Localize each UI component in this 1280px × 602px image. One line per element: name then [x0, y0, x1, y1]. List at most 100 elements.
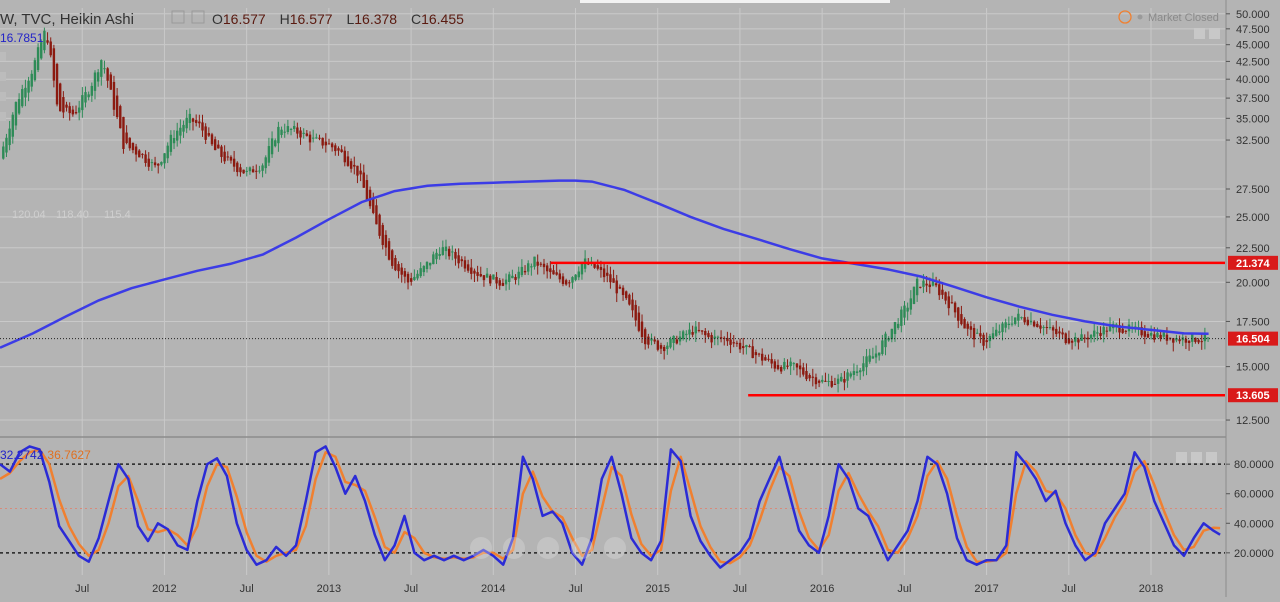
price-tick-label: 42.500 [1236, 56, 1270, 68]
chart-canvas[interactable]: 50.000 47.500 45.000 42.500 40.000 37.500 35.0… [0, 0, 1280, 597]
candle-body [1200, 341, 1203, 343]
candle-body [669, 338, 672, 348]
low-label: L [346, 11, 354, 27]
candle-body [327, 143, 331, 145]
pane-down-icon[interactable] [1209, 28, 1220, 39]
candle-body [893, 322, 897, 334]
candle-body [1077, 339, 1080, 343]
candle-body [700, 330, 704, 332]
candle-body [103, 68, 106, 70]
candle-body [337, 148, 340, 151]
faded-label-2: 118.40 [56, 209, 89, 221]
candle-body [1061, 332, 1064, 335]
candle-body [628, 294, 631, 305]
candle-body [147, 158, 150, 167]
candle-body [830, 380, 833, 387]
candle-body [258, 170, 261, 172]
candle-body [220, 146, 223, 157]
symbol-label[interactable]: W, TVC, Heikin Ashi [0, 11, 134, 28]
osc-pane-down-icon[interactable] [1191, 452, 1202, 463]
candle-body [1039, 325, 1042, 329]
candle-body [33, 60, 37, 81]
candle-body [1045, 327, 1048, 329]
candle-body [558, 273, 562, 280]
candle-body [991, 333, 995, 339]
candle-body [1086, 337, 1090, 340]
candle-body [1010, 323, 1014, 325]
reset-button[interactable] [537, 537, 559, 559]
candle-body [283, 131, 286, 133]
candle-body [697, 329, 701, 331]
candle-body [577, 271, 580, 278]
candle-body [729, 339, 732, 345]
price-tick-label: 37.500 [1236, 93, 1270, 105]
candle-body [1007, 323, 1011, 326]
candle-body [526, 263, 530, 272]
price-tick-label: 15.000 [1236, 362, 1270, 374]
candle-body [444, 246, 448, 252]
candle-body [198, 121, 201, 124]
candle-body [492, 274, 495, 280]
candle-body [324, 141, 328, 146]
candle-body [1017, 313, 1020, 321]
side-tool-2[interactable] [0, 72, 6, 81]
candle-body [1004, 322, 1007, 328]
candle-body [938, 284, 941, 296]
candle-body [776, 364, 780, 370]
candle-body [953, 302, 957, 313]
stoch-k-value: 32.2742 [0, 448, 44, 462]
candle-body [631, 299, 634, 311]
candle-body [1093, 330, 1096, 337]
candle-body [979, 333, 982, 337]
candle-body [255, 170, 258, 172]
candle-body [428, 262, 432, 266]
osc-pane-up-icon[interactable] [1176, 452, 1187, 463]
candle-body [239, 167, 242, 173]
time-tick-label: 2015 [645, 583, 669, 595]
candle-body [545, 265, 549, 272]
candle-body [640, 321, 644, 338]
candle-body [919, 286, 922, 288]
candle-body [618, 286, 622, 289]
candle-body [36, 47, 40, 71]
candle-body [476, 272, 479, 276]
candle-body [375, 205, 378, 225]
candle-body [580, 263, 584, 275]
candle-body [998, 331, 1001, 333]
candle-body [634, 304, 637, 321]
price-tick-label: 45.000 [1236, 40, 1270, 52]
scroll-right-button[interactable] [604, 537, 626, 559]
candle-body [688, 329, 691, 335]
candle-body [485, 273, 489, 278]
candle-body [520, 266, 524, 276]
candle-body [81, 95, 84, 111]
candle-body [166, 145, 169, 159]
zoom-out-button[interactable] [503, 537, 525, 559]
candle-body [213, 139, 217, 151]
market-status: Market Closed [1148, 12, 1219, 24]
candle-body [1121, 328, 1124, 333]
side-tool-4[interactable] [0, 112, 6, 121]
candle-body [833, 383, 837, 385]
osc-pane-close-icon[interactable] [1206, 452, 1217, 463]
side-tool-3[interactable] [0, 92, 6, 101]
side-tool-1[interactable] [0, 52, 6, 61]
candle-body [855, 371, 859, 374]
candle-body [963, 319, 966, 329]
candle-body [511, 275, 514, 279]
candle-body [245, 170, 248, 172]
candle-body [460, 259, 463, 262]
candle-body [353, 164, 356, 167]
candle-body [1042, 326, 1045, 328]
candle-body [438, 253, 441, 256]
time-tick-label: Jul [568, 583, 582, 595]
candle-body [1032, 321, 1036, 327]
candle-body [157, 163, 160, 166]
candle-body [2, 146, 5, 159]
pane-up-icon[interactable] [1194, 28, 1205, 39]
scroll-left-button[interactable] [470, 537, 492, 559]
candle-body [397, 264, 400, 272]
candle-body [71, 109, 75, 115]
candle-body [52, 48, 56, 81]
zoom-in-button[interactable] [571, 537, 593, 559]
